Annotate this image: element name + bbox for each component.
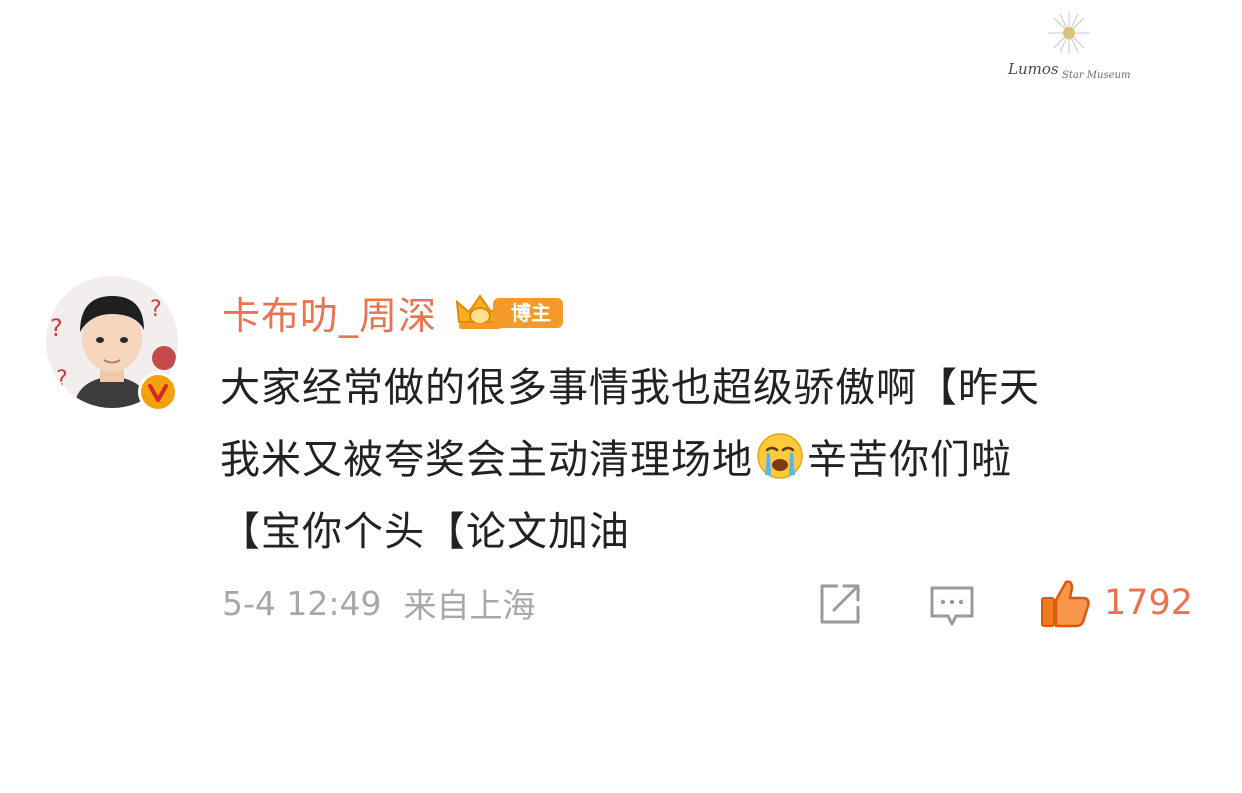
source-location: 来自上海 [403, 586, 536, 625]
timestamp: 5-4 12:49 [222, 583, 382, 623]
comment-line-segment: 辛苦你们啦 [807, 437, 1012, 483]
comment-meta: 5-4 12:49 来自上海 [222, 578, 536, 628]
watermark-logo: Lumos Star Museum [1000, 8, 1160, 88]
sparkle-logo-icon [1048, 12, 1090, 54]
thumbs-up-icon [1041, 580, 1090, 628]
like-button[interactable]: 1792 [1038, 576, 1193, 630]
watermark-subtext: Star Museum [1062, 70, 1131, 81]
comment-card: ? ? ? 卡布叻_周深 博主 大家经常做的很多事情我也超级骄傲啊【昨天 我米又… [46, 276, 1216, 636]
svg-text:?: ? [50, 314, 63, 342]
like-count: 1792 [1104, 583, 1194, 623]
watermark-text: Lumos [1008, 60, 1059, 78]
comment-line-segment: 我米又被夸奖会主动清理场地 [220, 437, 753, 483]
blogger-badge: 博主 [453, 292, 571, 332]
comment-line-with-emoji: 我米又被夸奖会主动清理场地 辛苦你们啦 [220, 424, 1200, 496]
comment-line: 【宝你个头【论文加油 [220, 509, 630, 555]
verified-v-icon [148, 384, 168, 402]
comment-body: 大家经常做的很多事情我也超级骄傲啊【昨天 我米又被夸奖会主动清理场地 辛苦你们啦… [220, 352, 1200, 568]
page: Lumos Star Museum ? ? ? 卡布叻_周深 博主 大家经常做的… [0, 0, 1242, 793]
verified-badge [138, 372, 178, 412]
reply-icon[interactable] [928, 582, 976, 630]
comment-line: 大家经常做的很多事情我也超级骄傲啊【昨天 [220, 365, 1040, 411]
svg-text:?: ? [150, 297, 162, 322]
username[interactable]: 卡布叻_周深 [222, 285, 437, 340]
username-row: 卡布叻_周深 博主 [222, 282, 571, 342]
crying-face-icon [757, 433, 803, 479]
svg-text:?: ? [56, 367, 68, 392]
avatar-container[interactable]: ? ? ? [46, 276, 182, 412]
share-icon[interactable] [816, 580, 864, 628]
blogger-badge-label: 博主 [493, 298, 564, 328]
comment-actions: 1792 [816, 576, 1216, 630]
